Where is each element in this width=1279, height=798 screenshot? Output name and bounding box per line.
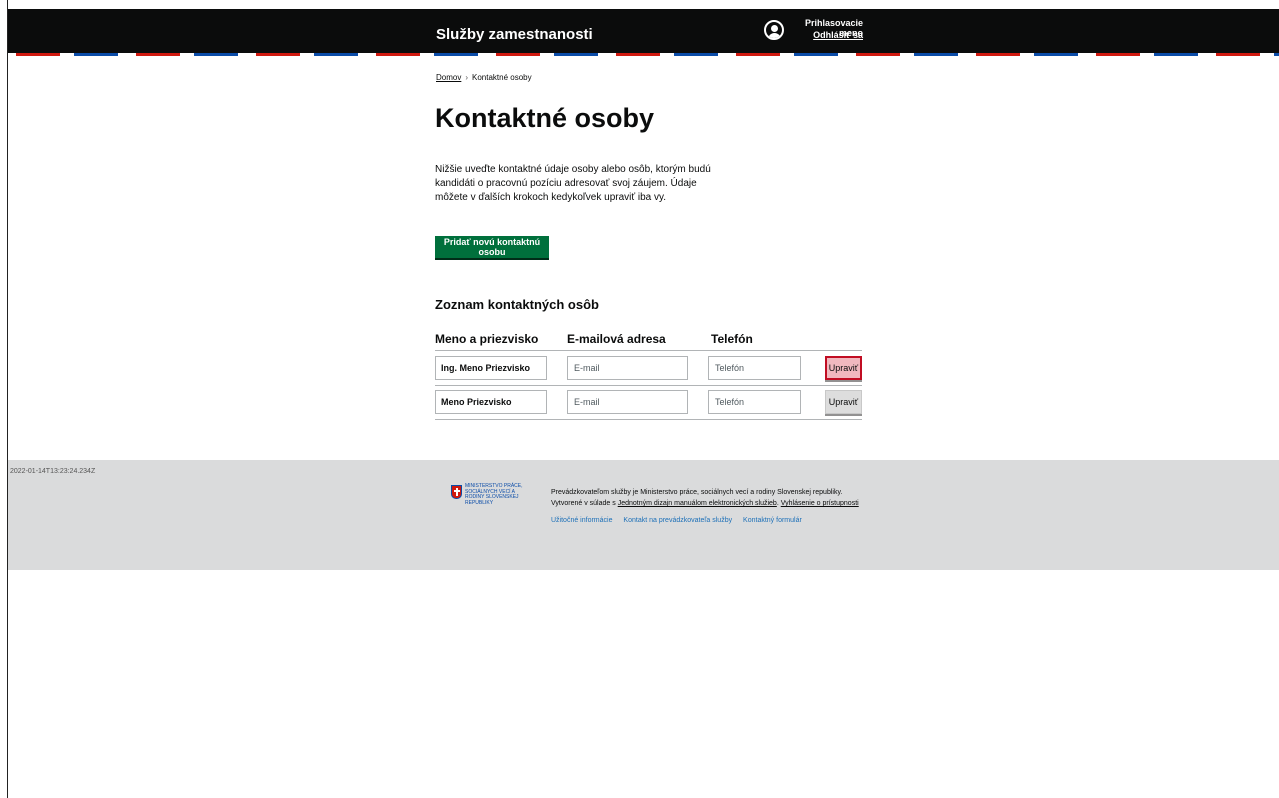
footer-link-useful-info[interactable]: Užitočné informácie xyxy=(551,517,612,524)
site-brand[interactable]: Služby zamestnanosti xyxy=(436,26,593,43)
row-divider xyxy=(435,419,862,420)
build-timestamp: 2022-01-14T13:23:24.234Z xyxy=(10,468,96,475)
user-icon xyxy=(764,20,784,40)
breadcrumb-home-link[interactable]: Domov xyxy=(436,73,461,82)
footer-link-contact-form[interactable]: Kontaktný formulár xyxy=(743,517,802,524)
breadcrumb-current: Kontaktné osoby xyxy=(472,73,532,82)
edit-button[interactable]: Upraviť xyxy=(825,356,862,380)
contact-name: Ing. Meno Priezvisko xyxy=(435,356,547,380)
add-contact-button[interactable]: Pridať novú kontaktnú osobu xyxy=(435,236,549,258)
phone-field[interactable] xyxy=(708,390,801,414)
contact-name: Meno Priezvisko xyxy=(435,390,547,414)
page-title: Kontaktné osoby xyxy=(435,103,655,133)
email-field[interactable] xyxy=(567,390,688,414)
footer-links: Užitočné informácie Kontakt na prevádzko… xyxy=(551,517,811,524)
site-footer xyxy=(8,460,1279,570)
email-field[interactable] xyxy=(567,356,688,380)
ministry-logo-text: Ministerstvo práce, sociálnych vecí a ro… xyxy=(465,483,523,506)
edit-button[interactable]: Upraviť xyxy=(825,390,862,414)
header-flag-stripe xyxy=(8,53,1279,56)
intro-text: Nižšie uveďte kontaktné údaje osoby aleb… xyxy=(435,164,711,203)
column-header-email: E-mailová adresa xyxy=(567,332,666,346)
accessibility-statement-link[interactable]: Vyhlásenie o prístupnosti xyxy=(781,500,859,507)
chevron-right-icon: › xyxy=(465,73,469,82)
row-divider xyxy=(435,385,862,386)
logout-link[interactable]: Odhlásiť sa xyxy=(786,30,863,40)
footer-link-operator-contact[interactable]: Kontakt na prevádzkovateľa služby xyxy=(623,517,732,524)
column-header-name: Meno a priezvisko xyxy=(435,332,539,346)
footer-text-part: . xyxy=(776,500,779,507)
ministry-logo[interactable]: Ministerstvo práce, sociálnych vecí a ro… xyxy=(451,483,531,514)
window-border xyxy=(7,0,8,798)
column-header-phone: Telefón xyxy=(711,332,753,346)
design-manual-link[interactable]: Jednotným dizajn manuálom elektronických… xyxy=(618,500,777,507)
phone-field[interactable] xyxy=(708,356,801,380)
table-header-divider xyxy=(435,350,862,351)
breadcrumb: Domov › Kontaktné osoby xyxy=(436,73,532,82)
site-header xyxy=(8,9,1279,55)
footer-operator-text: Prevádzkovateľom služby je Ministerstvo … xyxy=(551,487,871,509)
coat-of-arms-icon xyxy=(451,485,462,499)
contact-list-title: Zoznam kontaktných osôb xyxy=(435,297,599,312)
